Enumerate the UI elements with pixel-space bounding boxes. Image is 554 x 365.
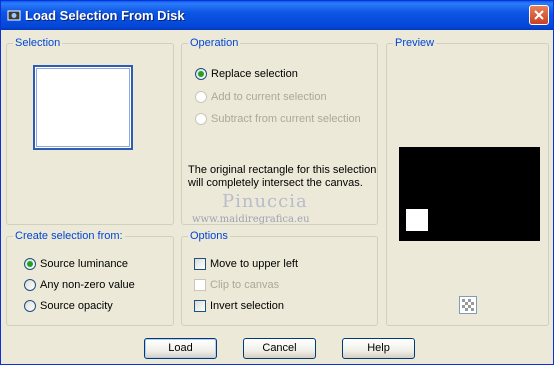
radio-indicator[interactable] — [195, 113, 207, 125]
radio-label: Source opacity — [40, 300, 113, 312]
window-title: Load Selection From Disk — [25, 8, 185, 23]
radio-indicator[interactable] — [195, 91, 207, 103]
checkbox-label: Invert selection — [210, 300, 284, 312]
cancel-button[interactable]: Cancel — [243, 338, 316, 359]
radio-indicator[interactable] — [24, 258, 36, 270]
selection-thumbnail — [33, 65, 133, 150]
close-icon — [534, 10, 544, 20]
close-button[interactable] — [529, 5, 549, 25]
watermark-name: Pinuccia — [222, 191, 308, 212]
radio-label: Any non-zero value — [40, 279, 135, 291]
radio-indicator[interactable] — [195, 68, 207, 80]
watermark-url: www.maidiregrafica.eu — [192, 214, 310, 225]
radio-label: Add to current selection — [211, 91, 327, 103]
help-button[interactable]: Help — [342, 338, 415, 359]
options-group: Options Move to upper left Clip to canva… — [181, 229, 378, 326]
options-group-label: Options — [188, 229, 230, 243]
app-icon — [7, 8, 21, 22]
checkbox-label: Clip to canvas — [210, 279, 280, 291]
radio-label: Replace selection — [211, 68, 298, 80]
preview-group-label: Preview — [393, 36, 437, 50]
checkbox-indicator[interactable] — [194, 300, 206, 312]
preview-group: Preview — [386, 36, 549, 326]
operation-info-text: The original rectangle for this selectio… — [188, 164, 377, 189]
operation-group-label: Operation — [188, 36, 241, 50]
selection-group: Selection — [6, 36, 174, 225]
radio-label: Source luminance — [40, 258, 129, 270]
checkbox-indicator[interactable] — [194, 258, 206, 270]
radio-label: Subtract from current selection — [211, 113, 361, 125]
checkbox-label: Move to upper left — [210, 258, 299, 270]
title-bar[interactable]: Load Selection From Disk — [1, 1, 553, 30]
preview-canvas — [399, 147, 540, 241]
checkbox-indicator[interactable] — [194, 279, 206, 291]
transparency-checker-icon[interactable] — [459, 296, 477, 314]
dialog-window: Load Selection From Disk Selection Opera… — [0, 0, 554, 365]
selection-group-label: Selection — [13, 36, 63, 50]
preview-selection-rect — [406, 209, 428, 231]
load-button[interactable]: Load — [144, 338, 217, 359]
create-from-group: Create selection from: Source luminance … — [6, 229, 174, 326]
create-from-group-label: Create selection from: — [13, 229, 125, 243]
radio-indicator[interactable] — [24, 300, 36, 312]
radio-indicator[interactable] — [24, 279, 36, 291]
